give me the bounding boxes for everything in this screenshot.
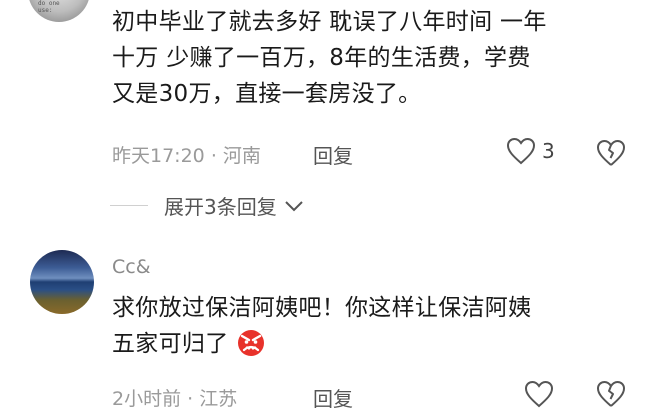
expand-replies-label: 展开3条回复 — [164, 195, 277, 219]
expand-replies-button[interactable]: 展开3条回复 — [110, 191, 305, 220]
like-button[interactable]: 3 — [506, 137, 555, 165]
comment-line: 求你放过保洁阿姨吧！你这样让保洁阿姨 — [112, 295, 532, 321]
heart-icon — [506, 137, 536, 165]
broken-heart-icon — [597, 381, 625, 407]
like-count: 3 — [542, 139, 555, 163]
chevron-down-icon — [285, 200, 303, 211]
dislike-button[interactable] — [596, 380, 626, 412]
heart-icon — [524, 380, 554, 408]
comment-line: 初中毕业了就去多好 耽误了八年时间 一年 — [112, 9, 547, 35]
comment-line-text: 五家可归了 — [112, 331, 229, 357]
dislike-button[interactable] — [596, 139, 626, 171]
comment-text: 初中毕业了就去多好 耽误了八年时间 一年 十万 少赚了一百万，8年的生活费，学费… — [112, 4, 547, 112]
comment-meta: 昨天17:20 · 河南 — [112, 141, 261, 168]
angry-face-emoji — [238, 330, 265, 356]
username[interactable]: Cc& — [112, 256, 151, 278]
broken-heart-icon — [597, 140, 625, 166]
reply-button[interactable]: 回复 — [313, 383, 353, 412]
like-button[interactable] — [524, 380, 554, 408]
reply-button[interactable]: 回复 — [313, 140, 353, 169]
comment-text: 求你放过保洁阿姨吧！你这样让保洁阿姨 五家可归了 — [112, 290, 531, 362]
user-avatar[interactable]: do one use: — [28, 0, 90, 22]
comment-line: 又是30万，直接一套房没了。 — [112, 81, 422, 107]
expand-divider — [110, 205, 148, 206]
comment-location: 江苏 — [199, 388, 238, 410]
comment-location: 河南 — [222, 145, 261, 167]
comment-time: 2小时前 — [112, 388, 182, 410]
meta-separator: · — [210, 145, 223, 167]
user-avatar[interactable] — [30, 250, 94, 314]
meta-separator: · — [187, 388, 200, 410]
comment-line: 十万 少赚了一百万，8年的生活费，学费 — [112, 45, 531, 71]
avatar-caption: do one use: — [38, 0, 60, 14]
comment-meta: 2小时前 · 江苏 — [112, 384, 237, 411]
comment-line: 五家可归了 — [112, 326, 531, 362]
comment-time: 昨天17:20 — [112, 145, 205, 167]
